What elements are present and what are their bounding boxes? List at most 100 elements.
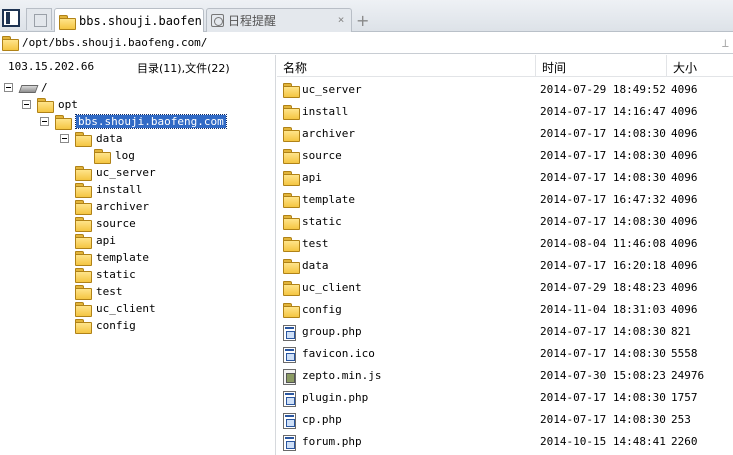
file-time: 2014-11-04 18:31:03 — [540, 303, 666, 316]
tree-label: opt — [58, 98, 78, 111]
file-row[interactable]: forum.php 2014-10-15 14:48:41 2260 — [277, 431, 733, 453]
column-name-header[interactable]: 名称 — [283, 59, 307, 76]
directory-tree-pane: 103.15.202.66 目录(11),文件(22) / opt bbs.sh… — [0, 55, 276, 455]
tree-item[interactable]: source — [75, 215, 136, 232]
folder-icon — [283, 171, 300, 186]
file-size: 2260 — [671, 435, 698, 448]
file-time: 2014-07-17 14:08:30 — [540, 347, 666, 360]
file-size: 253 — [671, 413, 691, 426]
folder-icon — [283, 237, 300, 252]
file-row[interactable]: archiver 2014-07-17 14:08:30 4096 — [277, 123, 733, 145]
sidebar-toggle-icon[interactable] — [2, 9, 20, 27]
tree-item[interactable]: uc_server — [75, 164, 156, 181]
tree-item[interactable]: archiver — [75, 198, 149, 215]
column-divider[interactable] — [535, 55, 536, 77]
file-row[interactable]: api 2014-07-17 14:08:30 4096 — [277, 167, 733, 189]
collapse-icon[interactable] — [60, 134, 69, 143]
file-name: plugin.php — [302, 391, 369, 404]
tree-label: api — [96, 234, 116, 247]
file-size: 4096 — [671, 83, 698, 96]
tab-schedule-reminder[interactable]: 日程提醒 × — [206, 8, 352, 32]
column-time-header[interactable]: 时间 — [542, 59, 566, 76]
tree-item-root[interactable]: / — [4, 79, 48, 96]
tree-item-opt[interactable]: opt — [22, 96, 78, 113]
file-icon — [283, 435, 296, 451]
folder-icon — [75, 251, 92, 266]
file-size: 4096 — [671, 237, 698, 250]
tree-item[interactable]: install — [75, 181, 142, 198]
file-row[interactable]: install 2014-07-17 14:16:47 4096 — [277, 101, 733, 123]
tree-label: data — [96, 132, 123, 145]
file-name: template — [302, 193, 355, 206]
folder-icon — [283, 259, 300, 274]
tree-item[interactable]: uc_client — [75, 300, 156, 317]
folder-icon — [75, 268, 92, 283]
tree-item-data[interactable]: data — [60, 130, 123, 147]
file-row[interactable]: uc_server 2014-07-29 18:49:52 4096 — [277, 79, 733, 101]
tree-item[interactable]: api — [75, 232, 116, 249]
tree-item[interactable]: config — [75, 317, 136, 334]
file-size: 4096 — [671, 281, 698, 294]
file-row[interactable]: favicon.ico 2014-07-17 14:08:30 5558 — [277, 343, 733, 365]
file-name: cp.php — [302, 413, 342, 426]
collapse-icon[interactable] — [22, 100, 31, 109]
tree-label: test — [96, 285, 123, 298]
file-time: 2014-07-17 14:08:30 — [540, 215, 666, 228]
file-name: data — [302, 259, 329, 272]
tree-item-log[interactable]: log — [94, 147, 135, 164]
file-row[interactable]: data 2014-07-17 16:20:18 4096 — [277, 255, 733, 277]
clock-icon — [211, 14, 224, 27]
close-tab-icon[interactable]: × — [335, 14, 347, 26]
folder-icon — [75, 132, 92, 147]
file-row[interactable]: uc_client 2014-07-29 18:48:23 4096 — [277, 277, 733, 299]
tree-item[interactable]: template — [75, 249, 149, 266]
file-name: uc_server — [302, 83, 362, 96]
file-name: archiver — [302, 127, 355, 140]
file-row[interactable]: static 2014-07-17 14:08:30 4096 — [277, 211, 733, 233]
tree-item[interactable]: test — [75, 283, 123, 300]
file-time: 2014-07-17 16:20:18 — [540, 259, 666, 272]
tree-item[interactable]: static — [75, 266, 136, 283]
blank-tab-icon[interactable] — [26, 8, 52, 30]
column-header: 名称 时间 大小 — [277, 55, 733, 77]
file-row[interactable]: source 2014-07-17 14:08:30 4096 — [277, 145, 733, 167]
file-icon — [283, 347, 296, 363]
file-name: static — [302, 215, 342, 228]
add-tab-button[interactable]: + — [356, 11, 369, 30]
file-row[interactable]: test 2014-08-04 11:46:08 4096 — [277, 233, 733, 255]
tree-label: source — [96, 217, 136, 230]
file-time: 2014-07-17 14:08:30 — [540, 413, 666, 426]
tab-bar: bbs.shouji.baofen... 日程提醒 × + — [0, 0, 733, 33]
file-size: 4096 — [671, 105, 698, 118]
file-row[interactable]: template 2014-07-17 16:47:32 4096 — [277, 189, 733, 211]
file-size: 4096 — [671, 259, 698, 272]
folder-icon — [2, 36, 19, 51]
tree-label: log — [115, 149, 135, 162]
file-row[interactable]: group.php 2014-07-17 14:08:30 821 — [277, 321, 733, 343]
file-time: 2014-07-17 14:08:30 — [540, 325, 666, 338]
tab-file-manager[interactable]: bbs.shouji.baofen... — [54, 8, 204, 33]
file-row[interactable]: cp.php 2014-07-17 14:08:30 253 — [277, 409, 733, 431]
collapse-icon[interactable] — [4, 83, 13, 92]
address-path[interactable]: /opt/bbs.shouji.baofeng.com/ — [22, 36, 207, 49]
file-row[interactable]: plugin.php 2014-07-17 14:08:30 1757 — [277, 387, 733, 409]
folder-icon — [75, 200, 92, 215]
collapse-icon[interactable] — [40, 117, 49, 126]
file-list-pane: 名称 时间 大小 uc_server 2014-07-29 18:49:52 409… — [277, 55, 733, 455]
pin-icon[interactable]: ⊥ — [722, 36, 729, 50]
column-size-header[interactable]: 大小 — [673, 59, 697, 76]
file-size: 4096 — [671, 171, 698, 184]
file-row[interactable]: config 2014-11-04 18:31:03 4096 — [277, 299, 733, 321]
folder-icon — [283, 193, 300, 208]
file-row[interactable]: zepto.min.js 2014-07-30 15:08:23 24976 — [277, 365, 733, 387]
file-time: 2014-07-17 14:08:30 — [540, 171, 666, 184]
folder-icon — [75, 319, 92, 334]
address-bar[interactable]: /opt/bbs.shouji.baofeng.com/ ⊥ — [0, 32, 733, 54]
folder-icon — [37, 98, 54, 113]
tree-label: template — [96, 251, 149, 264]
tree-item-site[interactable]: bbs.shouji.baofeng.com — [40, 113, 227, 130]
column-divider[interactable] — [666, 55, 667, 77]
folder-icon — [75, 285, 92, 300]
file-name: zepto.min.js — [302, 369, 382, 382]
folder-icon — [75, 302, 92, 317]
